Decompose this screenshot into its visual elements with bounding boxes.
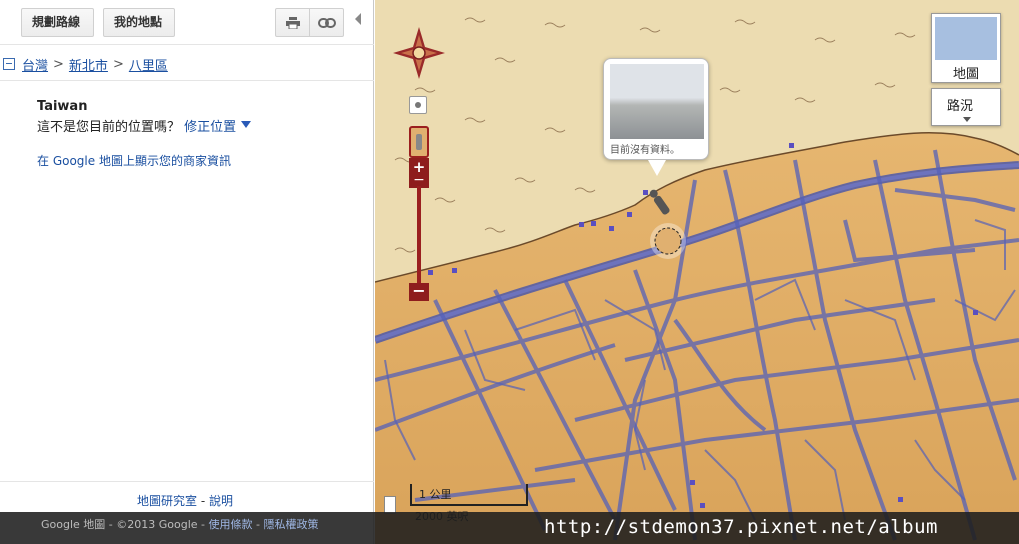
- scale-km-label: 1 公里: [419, 488, 452, 501]
- map-type-label: 地圖: [952, 67, 979, 82]
- breadcrumb-link-new-taipei[interactable]: 新北市: [69, 55, 108, 74]
- privacy-link[interactable]: 隱私權政策: [263, 518, 318, 531]
- location-title: Taiwan: [37, 99, 88, 114]
- copyright-line: Google 地圖 - ©2013 Google - 使用條款 - 隱私權政策: [41, 516, 318, 532]
- side-panel: 規劃路線 我的地點 台灣 > 新北市 > 八里區 Taiwan 這不是您目前的位…: [0, 0, 374, 544]
- pegman-icon[interactable]: [409, 126, 429, 158]
- link-button[interactable]: [309, 8, 344, 37]
- links-separator: -: [197, 494, 209, 508]
- help-link[interactable]: 說明: [209, 494, 233, 508]
- location-question-text: 這不是您目前的位置嗎？: [37, 120, 181, 135]
- side-panel-toolbar: 規劃路線 我的地點: [0, 0, 374, 45]
- compass-pan-icon[interactable]: [391, 25, 447, 81]
- divider: [0, 481, 374, 482]
- map-canvas[interactable]: + − − 地圖 路況 目前沒有資料。 1 公里 2000 英呎: [375, 0, 1019, 544]
- map-scale-bar: 1 公里: [410, 484, 528, 506]
- my-places-button[interactable]: 我的地點: [103, 8, 175, 37]
- dropdown-arrow-icon[interactable]: [241, 121, 251, 128]
- show-business-link[interactable]: 在 Google 地圖上顯示您的商家資訊: [37, 152, 231, 169]
- streetview-status-text: 目前沒有資料。: [610, 145, 680, 156]
- footer-separator: -: [252, 518, 264, 531]
- zoom-slider-track[interactable]: [417, 186, 421, 286]
- footer-bar: Google 地圖 - ©2013 Google - 使用條款 - 隱私權政策 …: [0, 512, 1019, 544]
- collapse-panel-icon[interactable]: [355, 13, 361, 25]
- breadcrumb-separator: >: [53, 56, 64, 72]
- breadcrumb-link-taiwan[interactable]: 台灣: [22, 55, 48, 74]
- map-type-button[interactable]: 地圖: [931, 13, 1001, 83]
- terms-link[interactable]: 使用條款: [209, 518, 253, 531]
- breadcrumb-separator: >: [112, 56, 124, 72]
- footer-links: 地圖研究室 - 說明: [137, 492, 233, 509]
- printer-icon: [285, 16, 300, 29]
- get-directions-button[interactable]: 規劃路線: [21, 8, 94, 37]
- copyright-text: Google 地圖 - ©2013 Google -: [41, 518, 209, 531]
- print-button[interactable]: [275, 8, 310, 37]
- location-dot-button[interactable]: [409, 96, 427, 114]
- map-type-thumbnail: [935, 17, 997, 60]
- location-question: 這不是您目前的位置嗎？ 修正位置: [37, 116, 236, 135]
- collapse-minus-icon[interactable]: [3, 58, 15, 70]
- traffic-layer-button[interactable]: 路況: [931, 88, 1001, 126]
- divider: [0, 80, 374, 81]
- maps-labs-link[interactable]: 地圖研究室: [137, 494, 197, 508]
- streetview-preview-popup: 目前沒有資料。: [603, 58, 709, 176]
- zoom-out-button[interactable]: −: [409, 283, 429, 301]
- fix-location-link[interactable]: 修正位置: [184, 120, 236, 135]
- breadcrumb: 台灣 > 新北市 > 八里區: [3, 55, 168, 74]
- traffic-label: 路況: [947, 99, 974, 114]
- link-icon: [317, 17, 336, 28]
- breadcrumb-link-bali[interactable]: 八里區: [129, 55, 168, 74]
- watermark-url: http://stdemon37.pixnet.net/album: [544, 516, 938, 538]
- chevron-down-icon: [963, 117, 971, 122]
- streetview-thumbnail: [610, 64, 704, 139]
